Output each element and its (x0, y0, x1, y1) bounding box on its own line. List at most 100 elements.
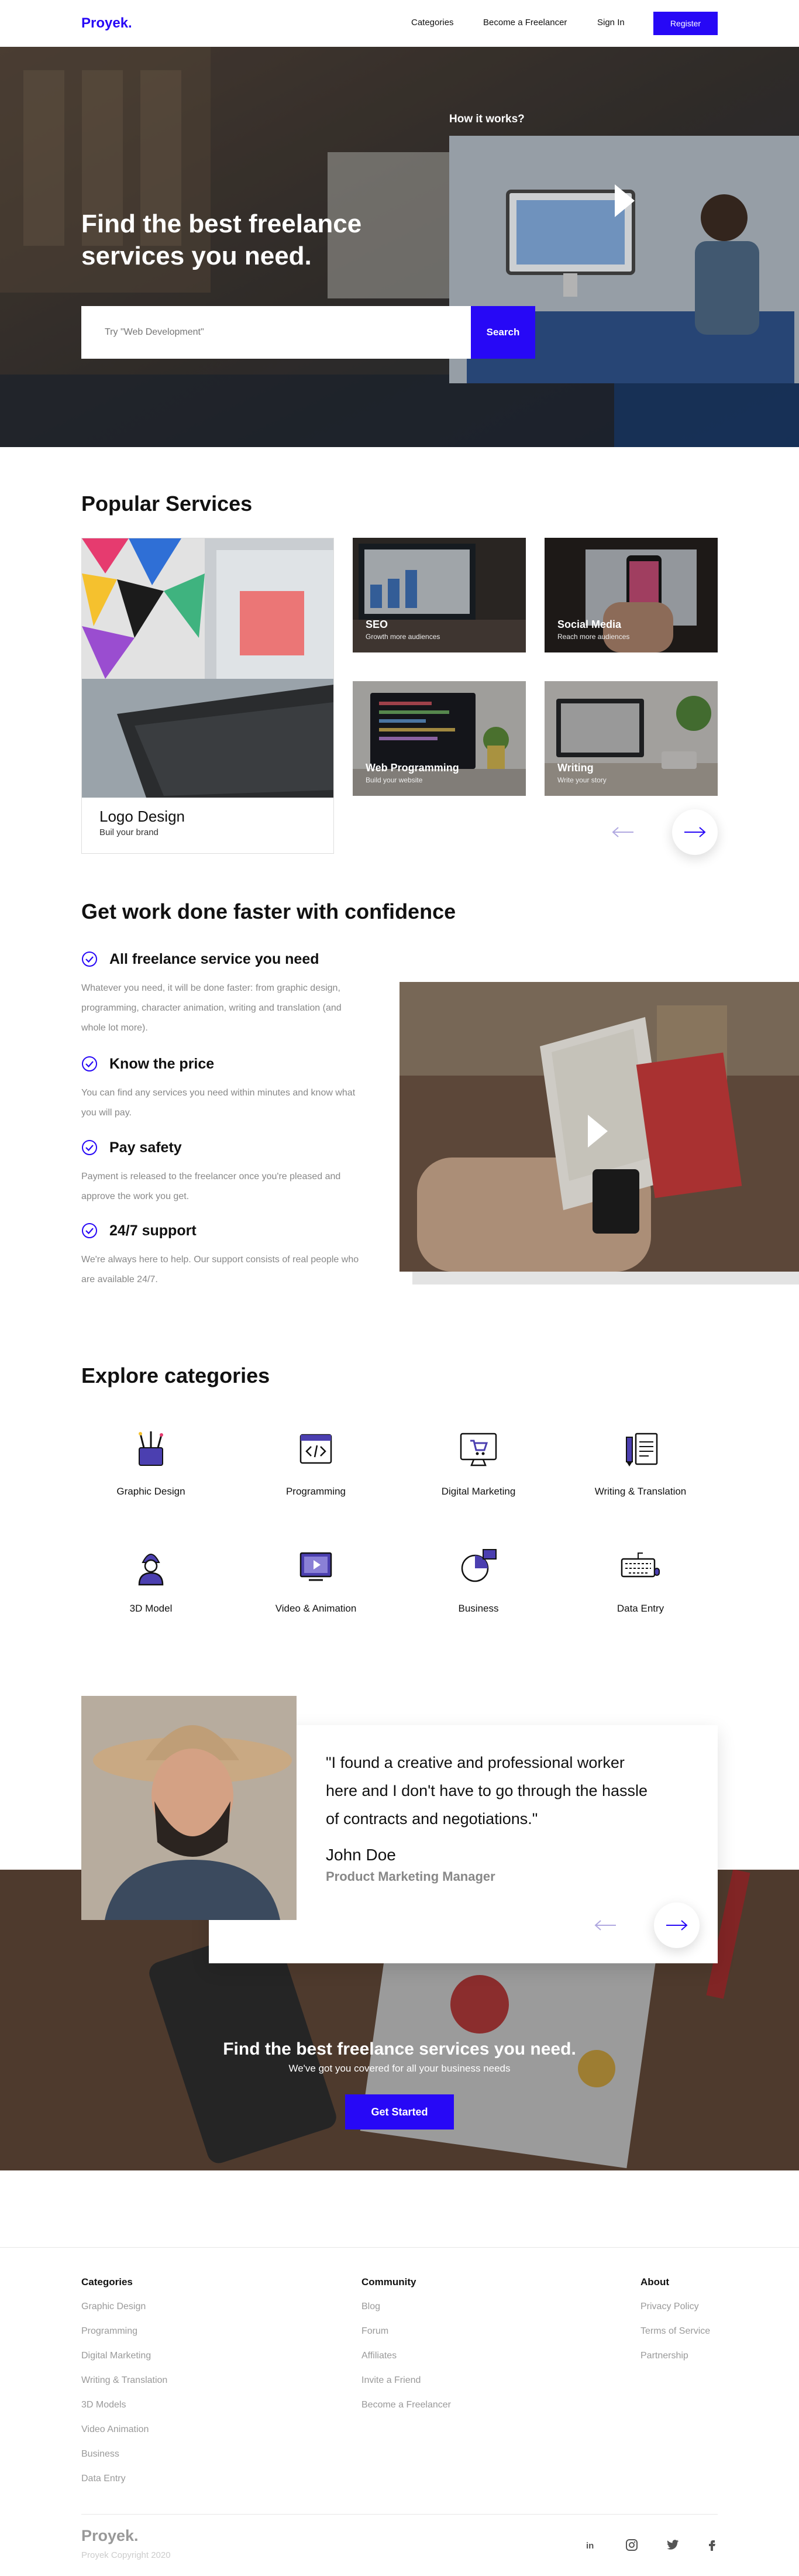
category-video-animation[interactable]: Video & Animation (257, 1545, 374, 1615)
arrow-left-icon (594, 1920, 616, 1931)
feature-text-pay-safety: Payment is released to the freelancer on… (81, 1172, 341, 1201)
check-circle-icon (82, 1223, 97, 1238)
category-3d-model[interactable]: 3D Model (92, 1545, 209, 1615)
feature-text-know-price: You can find any services you need withi… (81, 1088, 356, 1118)
service-subtitle-social-media: Reach more audiences (557, 633, 630, 641)
category-data-entry[interactable]: Data Entry (582, 1545, 699, 1615)
feature-title-all-services: All freelance service you need (109, 951, 319, 967)
nav-link-sign-in[interactable]: Sign In (597, 18, 625, 28)
service-title-social-media: Social Media (557, 619, 622, 630)
footer-link[interactable]: Partnership (640, 2351, 688, 2361)
category-graphic-design[interactable]: Graphic Design (92, 1428, 209, 1497)
testimonial-prev-button[interactable] (583, 1902, 628, 1948)
service-title-web-programming: Web Programming (366, 762, 459, 774)
footer-link[interactable]: Business (81, 2449, 119, 2460)
category-programming[interactable]: Programming (257, 1428, 374, 1497)
nav-link-categories[interactable]: Categories (411, 18, 454, 28)
testimonial-quote: "I found a creative and professional wor… (326, 1754, 648, 1828)
cta-subtitle: We've got you covered for all your busin… (288, 2063, 511, 2074)
footer-link[interactable]: Affiliates (361, 2351, 397, 2361)
footer-divider (0, 2247, 799, 2248)
arrow-right-icon (684, 827, 706, 837)
footer-link[interactable]: Programming (81, 2326, 137, 2337)
category-label: Writing & Translation (594, 1486, 687, 1497)
service-subtitle-writing: Write your story (557, 776, 607, 784)
3d-model-icon (138, 1554, 164, 1586)
footer-link[interactable]: Data Entry (81, 2474, 126, 2484)
footer-bottom-divider (81, 2514, 718, 2515)
service-title-writing: Writing (557, 762, 594, 774)
featured-service-card[interactable]: Logo Design Buil your brand (81, 538, 334, 854)
register-button[interactable]: Register (653, 12, 718, 35)
category-label: Business (458, 1603, 499, 1614)
footer-link[interactable]: Become a Freelancer (361, 2400, 451, 2410)
writing-icon (626, 1433, 658, 1466)
testimonial-avatar (81, 1696, 297, 1920)
footer-link[interactable]: Invite a Friend (361, 2375, 421, 2386)
search-button[interactable]: Search (471, 306, 535, 359)
category-writing-translation[interactable]: Writing & Translation (582, 1428, 699, 1497)
popular-next-button[interactable] (672, 809, 718, 855)
digital-marketing-icon (460, 1433, 497, 1466)
service-subtitle-web-programming: Build your website (366, 776, 423, 784)
footer-link[interactable]: Digital Marketing (81, 2351, 151, 2361)
category-label: Programming (285, 1486, 346, 1497)
hero-section: How it works? Find the best freelance se… (0, 47, 799, 447)
category-label: Graphic Design (116, 1486, 185, 1497)
instagram-icon[interactable] (625, 2538, 639, 2552)
graphic-design-icon (139, 1431, 163, 1466)
get-started-button[interactable]: Get Started (345, 2094, 454, 2130)
footer-link[interactable]: Forum (361, 2326, 388, 2337)
search-input[interactable] (81, 306, 471, 359)
feature-text-all-services: Whatever you need, it will be done faste… (81, 983, 342, 1033)
footer-link[interactable]: Video Animation (81, 2424, 149, 2435)
site-logo[interactable]: Proyek. (81, 15, 132, 32)
business-icon (461, 1549, 497, 1582)
footer-heading-categories: Categories (81, 2276, 133, 2288)
top-navbar: Proyek. Categories Become a Freelancer S… (0, 0, 799, 47)
arrow-right-icon (666, 1920, 688, 1931)
service-card-seo[interactable]: SEO Growth more audiences (353, 538, 526, 652)
footer-link[interactable]: Blog (361, 2302, 380, 2312)
category-digital-marketing[interactable]: Digital Marketing (420, 1428, 537, 1497)
popular-prev-button[interactable] (600, 809, 646, 855)
category-business[interactable]: Business (420, 1545, 537, 1615)
footer-link[interactable]: 3D Models (81, 2400, 126, 2410)
hero-search-bar: Search (81, 306, 535, 359)
twitter-icon[interactable] (666, 2538, 680, 2552)
service-card-writing[interactable]: Writing Write your story (545, 681, 718, 796)
categories-title: Explore categories (81, 1363, 270, 1387)
service-subtitle-seo: Growth more audiences (366, 633, 440, 641)
check-circle-icon (82, 1056, 97, 1071)
check-circle-icon (82, 1140, 97, 1155)
category-label: Data Entry (617, 1603, 664, 1614)
facebook-icon[interactable] (705, 2538, 719, 2552)
play-icon[interactable] (615, 184, 635, 217)
footer-link[interactable]: Graphic Design (81, 2302, 146, 2312)
programming-icon (299, 1434, 332, 1464)
feature-title-support: 24/7 support (109, 1222, 197, 1239)
nav-link-become-freelancer[interactable]: Become a Freelancer (483, 18, 567, 28)
testimonial-next-button[interactable] (654, 1902, 700, 1948)
video-animation-icon (299, 1552, 332, 1581)
confidence-title: Get work done faster with confidence (81, 899, 456, 923)
category-label: 3D Model (129, 1603, 173, 1614)
svg-text:in: in (586, 2541, 594, 2551)
footer-copyright: Proyek Copyright 2020 (81, 2550, 171, 2560)
service-card-web-programming[interactable]: Web Programming Build your website (353, 681, 526, 796)
testimonial-role: Product Marketing Manager (326, 1869, 495, 1884)
footer-heading-about: About (640, 2276, 670, 2288)
cta-title: Find the best freelance services you nee… (223, 2039, 576, 2059)
footer-link[interactable]: Writing & Translation (81, 2375, 167, 2386)
footer-link[interactable]: Privacy Policy (640, 2302, 699, 2312)
feature-title-pay-safety: Pay safety (109, 1139, 182, 1156)
service-title-seo: SEO (366, 619, 388, 630)
feature-title-know-price: Know the price (109, 1056, 215, 1072)
footer-link[interactable]: Terms of Service (640, 2326, 710, 2337)
data-entry-icon (621, 1553, 660, 1578)
linkedin-icon[interactable]: in (584, 2538, 598, 2552)
service-card-social-media[interactable]: Social Media Reach more audiences (545, 538, 718, 652)
play-icon[interactable] (588, 1115, 608, 1148)
footer-logo[interactable]: Proyek. (81, 2527, 139, 2545)
category-label: Video & Animation (275, 1603, 357, 1614)
